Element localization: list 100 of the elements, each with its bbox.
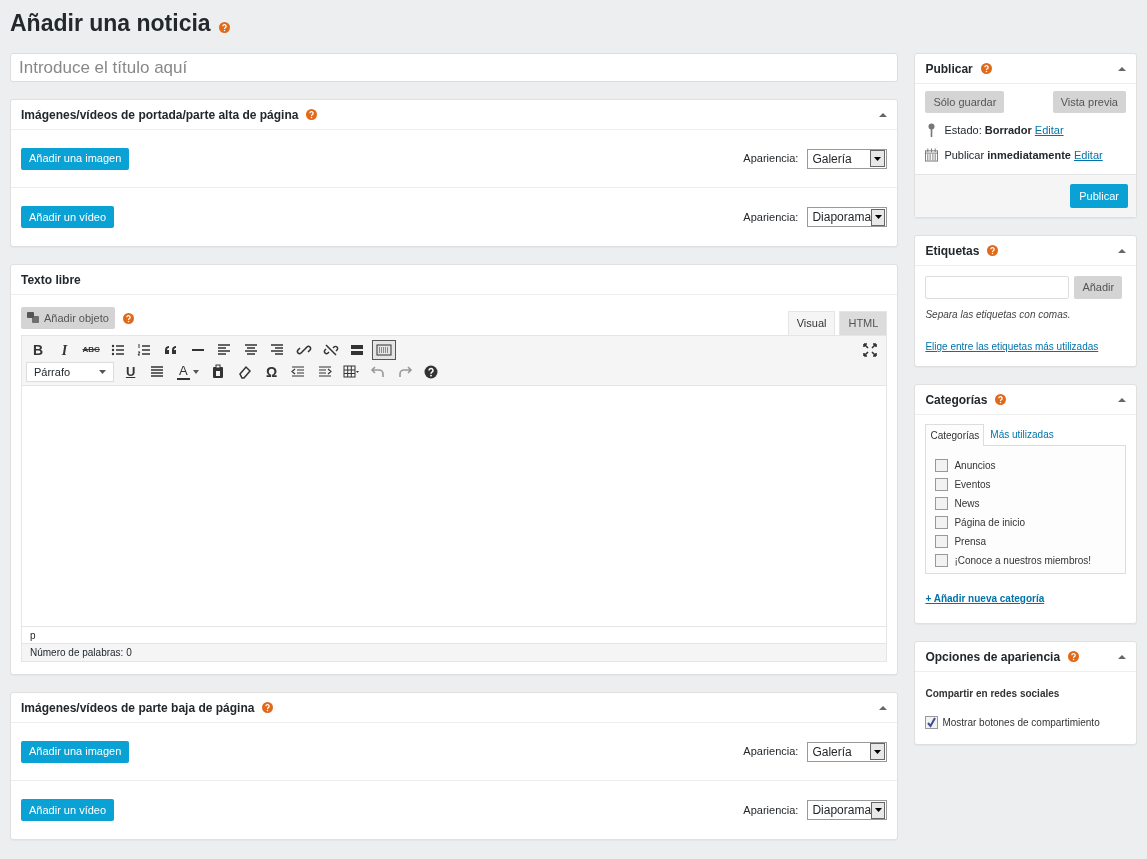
dropdown-arrow-icon [874, 156, 882, 161]
checkbox[interactable] [935, 459, 949, 472]
status-text: Publicar inmediatamente [944, 147, 1071, 163]
page-title: Añadir una noticia [10, 8, 211, 38]
button[interactable]: Añadir una imagen [21, 740, 130, 763]
field-label: Apariencia: [743, 802, 799, 818]
checkbox-label: Mostrar botones de compartimiento [942, 716, 1100, 730]
outdent-icon [290, 364, 307, 380]
checkbox-label: ¡Conoce a nuestros miembros! [954, 554, 1092, 568]
horizontal-line-icon [191, 349, 204, 351]
caret-icon [192, 370, 199, 374]
editor-tab[interactable]: HTML [839, 311, 888, 335]
field-label: Apariencia: [743, 151, 799, 167]
help-icon[interactable] [306, 109, 318, 120]
checkbox-label: Eventos [954, 478, 991, 492]
editor-tab[interactable]: Visual [787, 311, 836, 335]
fullscreen-icon [862, 342, 879, 358]
link-icon [295, 342, 312, 358]
select-field[interactable]: Galería [807, 741, 888, 762]
toolbar-button[interactable]: Ω [259, 362, 284, 382]
pin-icon [928, 123, 936, 137]
status-text: Estado: Borrador [944, 122, 1032, 138]
media-icon [27, 312, 40, 324]
edit-link[interactable]: Editar [1073, 146, 1103, 164]
category-tab[interactable]: Categorías [925, 424, 985, 446]
bullet-list-icon [109, 342, 126, 358]
select-field[interactable]: Diaporama [807, 800, 888, 820]
undo-icon [369, 364, 386, 380]
publish-button[interactable]: Publicar [1070, 184, 1128, 208]
format-select[interactable]: Párrafo [26, 362, 114, 382]
button[interactable]: Añadir un vídeo [21, 206, 115, 228]
checkbox-label: Página de inicio [954, 516, 1025, 530]
checkbox[interactable] [935, 535, 949, 548]
help-icon[interactable] [218, 21, 230, 33]
field-label: Apariencia: [743, 209, 799, 225]
tag-input-field[interactable] [925, 276, 1070, 299]
help-icon[interactable] [995, 394, 1007, 405]
toolbar-toggle-icon [375, 342, 392, 358]
indent-icon [316, 364, 333, 380]
collapse-arrow-icon[interactable] [1118, 653, 1126, 660]
checkbox[interactable] [935, 497, 949, 510]
help-icon[interactable] [980, 63, 992, 74]
select-field[interactable]: Diaporama [807, 207, 888, 227]
toolbar-button[interactable] [371, 340, 396, 360]
button[interactable]: Añadir un vídeo [21, 799, 115, 821]
check-icon [926, 717, 938, 728]
panel-title: Categorías [925, 391, 988, 409]
help-icon[interactable] [1068, 651, 1080, 662]
justify-icon [149, 364, 166, 380]
collapse-arrow-icon[interactable] [879, 111, 888, 118]
text-color-button[interactable]: A [171, 362, 204, 382]
title-field[interactable]: Introduce el título aquí [10, 53, 899, 82]
help-icon[interactable] [122, 312, 134, 324]
align-right-icon [269, 342, 286, 358]
checkbox[interactable] [935, 554, 949, 567]
toolbar-button[interactable]: ABC [79, 340, 104, 360]
panel-title: Texto libre [21, 271, 81, 289]
redo-icon [396, 364, 413, 380]
help-icon[interactable] [987, 245, 999, 256]
checkbox-label: News [954, 497, 980, 511]
checkbox[interactable] [935, 478, 949, 491]
tag-cloud-link[interactable]: Elige entre las etiquetas más utilizadas [925, 339, 1126, 354]
panel-title: Publicar [925, 60, 973, 78]
collapse-arrow-icon[interactable] [1118, 396, 1126, 403]
toolbar-button[interactable]: B [26, 340, 50, 360]
edit-link[interactable]: Editar [1034, 121, 1064, 139]
add-category-link[interactable]: + Añadir nueva categoría [925, 591, 1126, 606]
panel-title: Opciones de apariencia [925, 648, 1061, 666]
button[interactable]: Añadir una imagen [21, 147, 130, 170]
checkbox[interactable] [935, 516, 949, 529]
collapse-arrow-icon[interactable] [879, 704, 888, 711]
toolbar-button[interactable]: I [52, 340, 77, 360]
element-path: p [30, 628, 36, 643]
collapse-arrow-icon[interactable] [1118, 65, 1126, 72]
dropdown-arrow-icon [874, 749, 882, 754]
align-center-icon [242, 342, 259, 358]
checkbox[interactable] [925, 716, 939, 729]
dropdown-arrow-icon [99, 370, 106, 374]
toolbar-button[interactable]: U [118, 362, 143, 382]
select-field[interactable]: Galería [807, 148, 888, 169]
section-label: Compartir en redes sociales [925, 687, 1061, 701]
panel-title: Imágenes/vídeos de portada/parte alta de página [21, 106, 299, 124]
checkbox-label: Anuncios [954, 459, 996, 473]
field-label: Apariencia: [743, 744, 799, 760]
collapse-arrow-icon[interactable] [1118, 247, 1126, 254]
table-icon [343, 364, 360, 380]
hint-text: Separa las etiquetas con comas. [925, 308, 1072, 322]
numbered-list-icon [136, 342, 153, 358]
unlink-icon [322, 342, 339, 358]
panel-title: Imágenes/vídeos de parte baja de página [21, 699, 255, 717]
read-more-icon [349, 342, 366, 358]
eraser-icon [236, 364, 253, 380]
word-count: Número de palabras: 0 [30, 646, 132, 660]
checkbox-label: Prensa [954, 535, 987, 549]
align-left-icon [216, 342, 233, 358]
help-icon[interactable] [262, 702, 274, 713]
panel-title: Etiquetas [925, 242, 980, 260]
calendar-icon [925, 148, 939, 162]
category-tab[interactable]: Más utilizadas [984, 423, 1060, 445]
help-icon [423, 364, 440, 380]
